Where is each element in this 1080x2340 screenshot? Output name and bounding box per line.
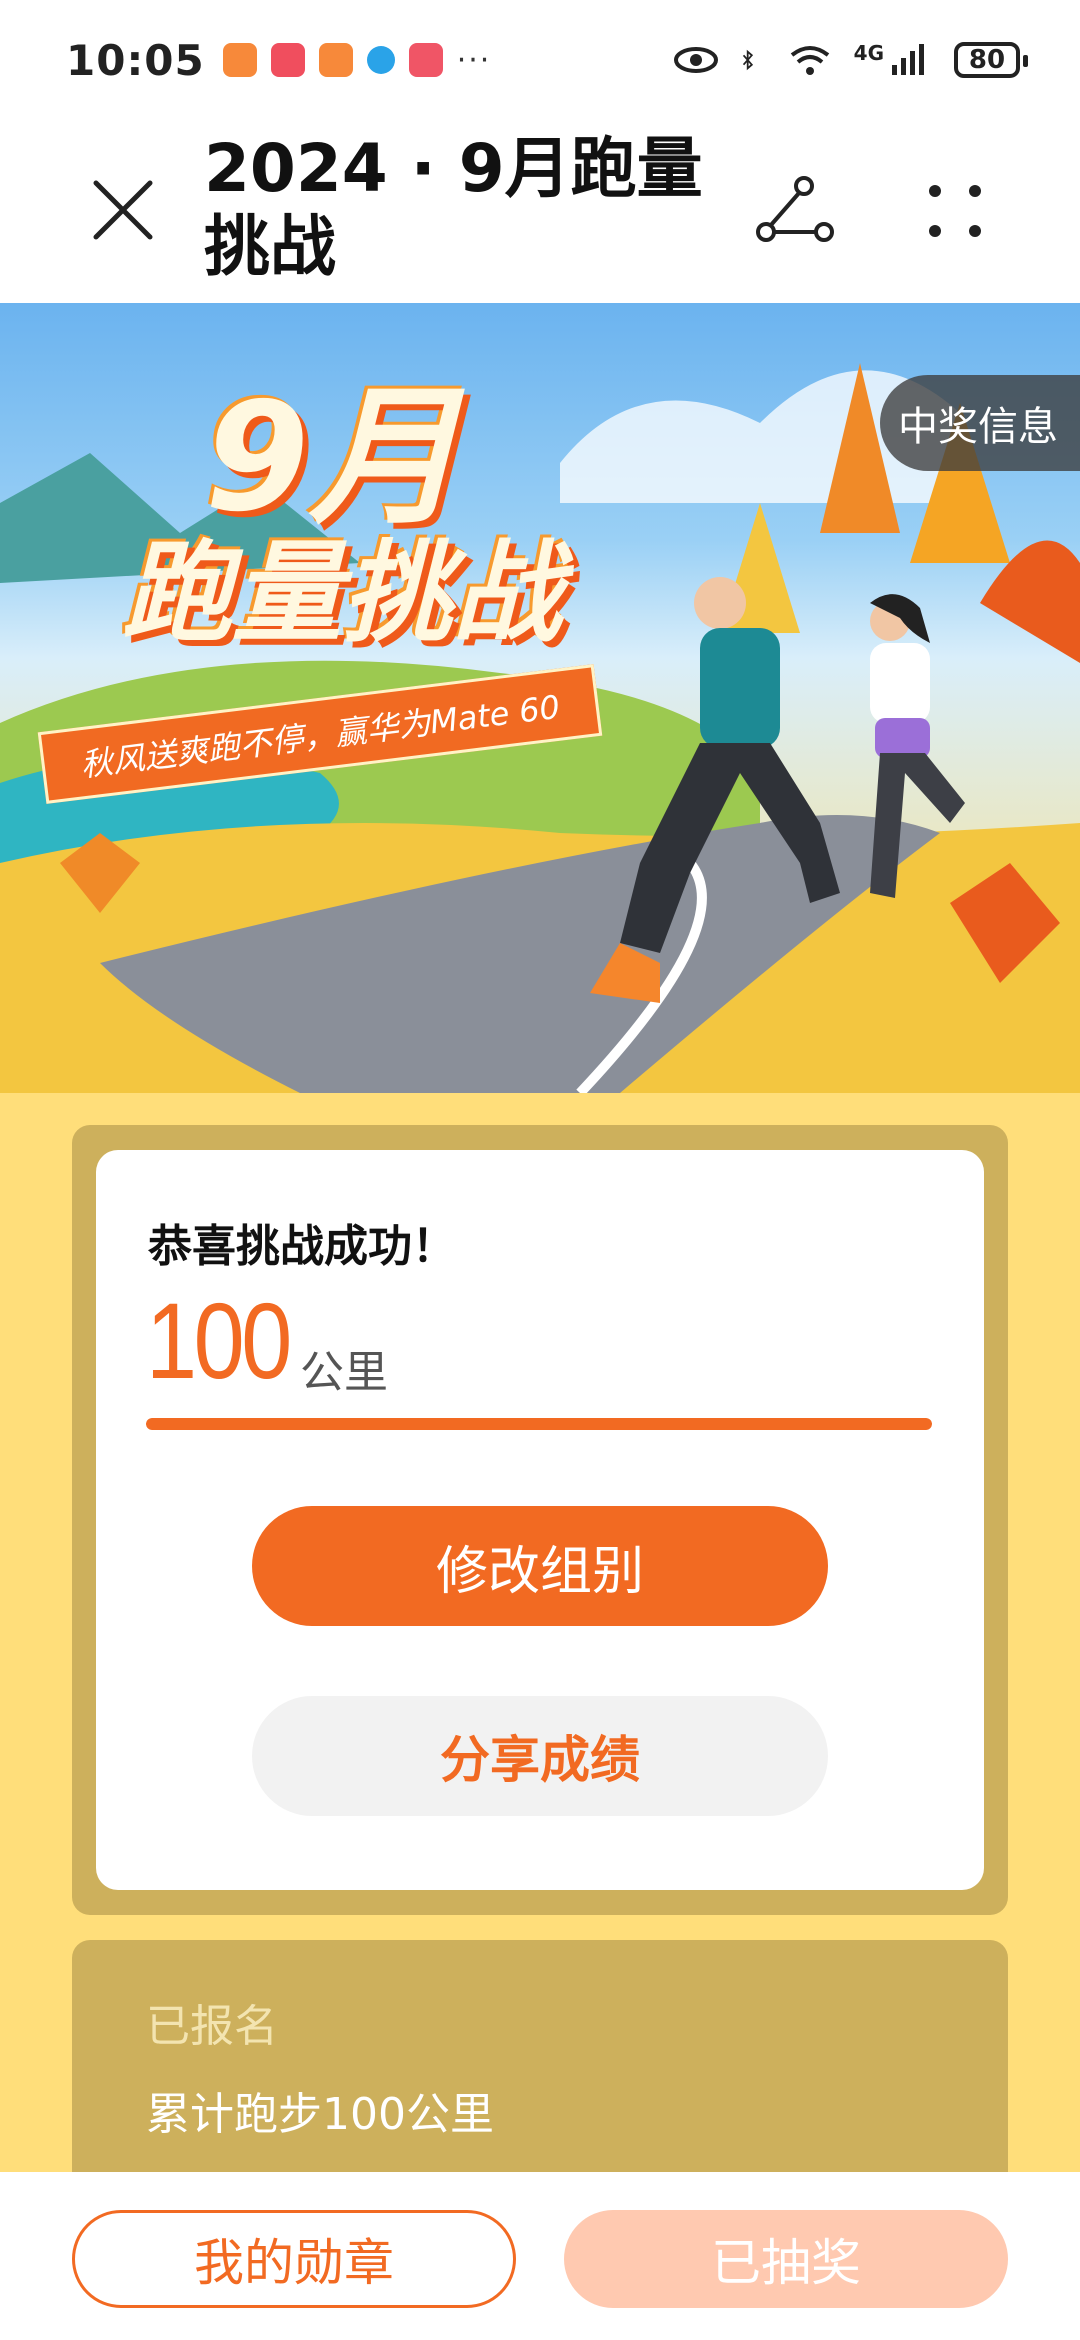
share-results-button[interactable]: 分享成绩 <box>252 1696 828 1816</box>
registration-info-card: 已报名 累计跑步100公里 <box>72 1940 1008 2180</box>
network-type: 4G <box>853 41 884 65</box>
health-app-icon <box>318 43 353 77</box>
challenge-banner: 9月 跑量挑战 秋风送爽跑不停，赢华为Mate 60 中奖信息 <box>0 303 1080 1093</box>
lottery-drawn-button: 已抽奖 <box>564 2210 1008 2308</box>
eye-icon <box>673 47 718 73</box>
change-group-button[interactable]: 修改组别 <box>252 1506 828 1626</box>
congrats-text: 恭喜挑战成功！ <box>148 1221 456 1272</box>
close-icon[interactable] <box>88 175 158 245</box>
banner-title-month: 9月 <box>204 371 460 545</box>
status-bar: 10:05 ··· 4G 80 <box>0 0 1080 120</box>
bluetooth-icon <box>742 49 753 71</box>
registration-status: 已报名 <box>146 2001 278 2052</box>
wifi-icon <box>790 46 829 75</box>
signal-icon <box>892 44 924 75</box>
more-notifications-icon: ··· <box>456 42 492 78</box>
progress-bar <box>146 1418 932 1430</box>
notification-icons <box>222 43 443 77</box>
page-title: 2024 · 9月跑量挑战 <box>204 130 703 285</box>
books-app-icon <box>408 43 443 77</box>
my-medals-button[interactable]: 我的勋章 <box>72 2210 516 2308</box>
challenge-goal: 累计跑步100公里 <box>146 2089 494 2140</box>
banner-title-challenge: 跑量挑战 <box>122 529 562 657</box>
award-info-button[interactable]: 中奖信息 <box>880 375 1080 471</box>
browser-app-icon <box>366 46 395 74</box>
distance-unit: 公里 <box>300 1347 388 1398</box>
progress-fill <box>146 1418 932 1430</box>
distance-value: 100 <box>146 1280 292 1401</box>
status-time: 10:05 <box>66 35 205 85</box>
app-header: 2024 · 9月跑量挑战 <box>0 120 1080 303</box>
result-card: 恭喜挑战成功！ 100 公里 修改组别 分享成绩 <box>96 1150 984 1890</box>
bottom-action-bar: 我的勋章 已抽奖 <box>0 2172 1080 2340</box>
huawei-app-icon <box>270 43 305 77</box>
more-menu-icon[interactable] <box>920 176 990 246</box>
battery-indicator: 80 <box>954 42 1028 78</box>
share-icon[interactable] <box>752 170 838 256</box>
health-app-icon <box>222 43 257 77</box>
banner-title: 9月 跑量挑战 <box>62 383 602 653</box>
